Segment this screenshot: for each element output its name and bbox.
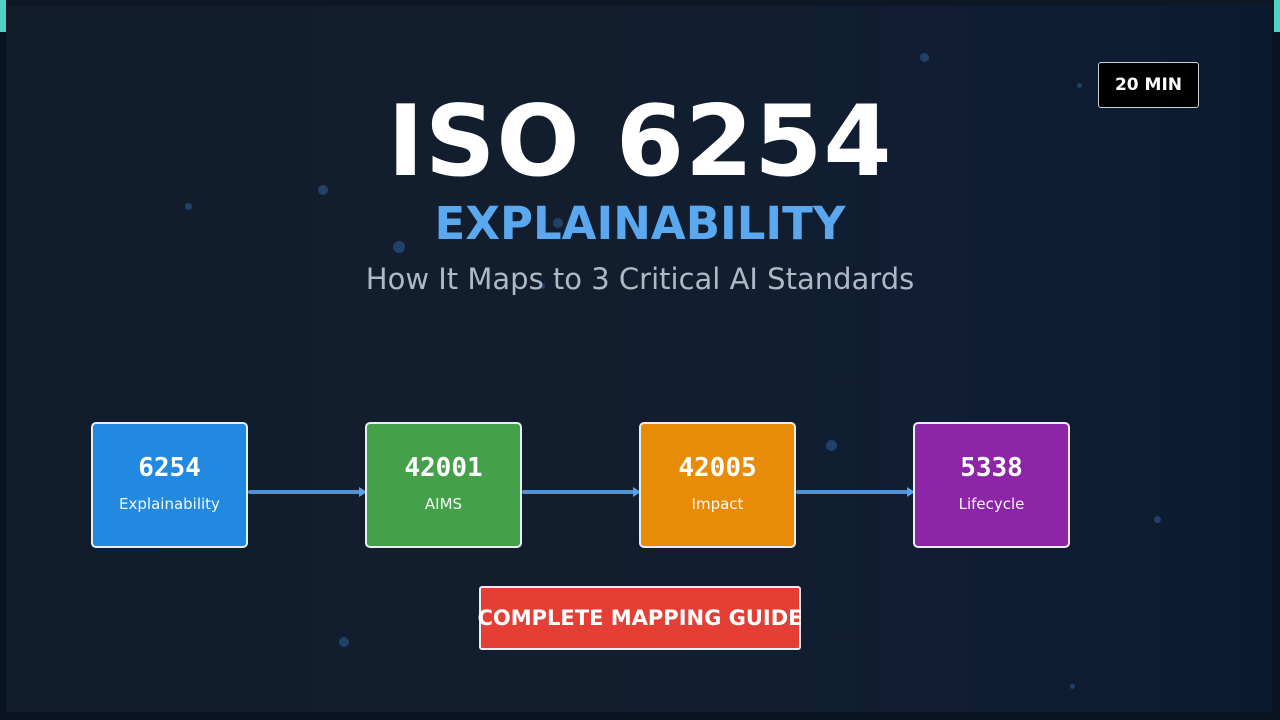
standard-box-42005: 42005 Impact xyxy=(639,422,796,548)
corner-accent-right xyxy=(1274,0,1280,32)
particle-dot xyxy=(1154,516,1161,523)
standard-label: Lifecycle xyxy=(958,495,1025,513)
particle-dot xyxy=(826,440,837,451)
particle-dot xyxy=(920,53,929,62)
page-subtitle: EXPLAINABILITY xyxy=(434,197,846,250)
standard-number: 6254 xyxy=(138,453,201,483)
corner-accent-left xyxy=(0,0,6,32)
standard-number: 42001 xyxy=(404,453,483,483)
standard-box-6254: 6254 Explainability xyxy=(91,422,248,548)
page-tagline: How It Maps to 3 Critical AI Standards xyxy=(365,262,915,296)
particle-dot xyxy=(1070,684,1075,689)
standard-number: 42005 xyxy=(678,453,757,483)
connector-line-1 xyxy=(248,490,360,494)
standard-label: Explainability xyxy=(119,495,220,513)
standard-label: AIMS xyxy=(424,495,463,513)
standard-box-5338: 5338 Lifecycle xyxy=(913,422,1070,548)
connector-line-2 xyxy=(522,490,634,494)
standard-label: Impact xyxy=(691,495,744,513)
frame-bottom-border xyxy=(0,712,1280,720)
complete-mapping-guide-button[interactable]: COMPLETE MAPPING GUIDE xyxy=(478,586,803,650)
frame-top-border xyxy=(0,0,1280,6)
duration-badge: 20 MIN xyxy=(1098,62,1199,108)
thumbnail-canvas: ISO 6254 EXPLAINABILITY How It Maps to 3… xyxy=(0,0,1280,720)
standard-box-42001: 42001 AIMS xyxy=(365,422,522,548)
particle-dot xyxy=(339,637,349,647)
page-title: ISO 6254 xyxy=(387,85,893,199)
standard-number: 5338 xyxy=(960,453,1023,483)
connector-line-3 xyxy=(796,490,908,494)
